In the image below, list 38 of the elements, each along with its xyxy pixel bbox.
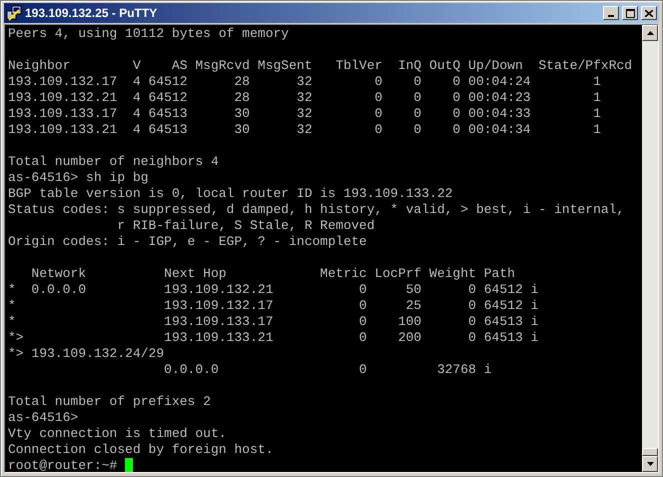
window-title: 193.109.132.25 - PuTTY [25, 6, 158, 20]
terminal-line: 0.0.0.0 0 32768 i [163, 362, 492, 378]
terminal-line: r RIB-failure, S Stale, R Removed [116, 218, 375, 234]
maximize-button[interactable] [622, 6, 638, 20]
terminal-line: 193.109.133.21 4 64513 30 32 0 0 0 00:04:34 1 [8, 122, 601, 138]
terminal-line: * 193.109.133.17 0 100 0 64513 i [8, 314, 538, 330]
scroll-up-button[interactable] [642, 25, 658, 41]
putty-icon [6, 5, 22, 21]
terminal-line: Vty connection is timed out. [8, 426, 226, 442]
terminal-line: 193.109.132.21 4 64512 28 32 0 0 0 00:04:23 1 [8, 90, 601, 106]
terminal-line: Status codes: s suppressed, d damped, h history, * valid, > best, i - internal, [8, 202, 624, 218]
scrollbar-thumb[interactable] [642, 448, 658, 456]
text-cursor [125, 458, 134, 472]
terminal-line: *> 193.109.132.24/29 [8, 346, 164, 362]
down-arrow-icon [646, 462, 654, 466]
terminal-line: Neighbor V AS MsgRcvd MsgSent TblVer InQ OutQ Up/Down State/PfxRcd [8, 58, 632, 74]
terminal-line: Peers 4, using 10112 bytes of memory [8, 26, 289, 42]
minimize-button[interactable] [603, 6, 619, 20]
terminal-line: root@router:~# [8, 458, 118, 472]
terminal-line: * 193.109.132.17 0 25 0 64512 i [8, 298, 538, 314]
close-button[interactable] [641, 6, 657, 20]
close-icon [645, 10, 653, 16]
terminal-line: Total number of prefixes 2 [8, 394, 211, 410]
up-arrow-icon [646, 31, 654, 35]
maximize-icon [626, 8, 634, 18]
scroll-down-button[interactable] [642, 456, 658, 472]
terminal-line: as-64516> sh ip bg [8, 170, 148, 186]
scrollbar[interactable] [642, 25, 658, 472]
terminal-line: Origin codes: i - IGP, e - EGP, ? - incomplete [8, 234, 367, 250]
terminal-line: Total number of neighbors 4 [8, 154, 219, 170]
terminal-line: Connection closed by foreign host. [8, 442, 274, 458]
terminal-line: Network Next Hop Metric LocPrf Weight Path [30, 266, 516, 282]
terminal-line: BGP table version is 0, local router ID is 193.109.133.22 [8, 186, 453, 202]
terminal-line: *> 193.109.133.21 0 200 0 64513 i [8, 330, 538, 346]
terminal-line: 193.109.133.17 4 64513 30 32 0 0 0 00:04:33 1 [8, 106, 601, 122]
terminal-line: 193.109.132.17 4 64512 28 32 0 0 0 00:04:24 1 [8, 74, 601, 90]
terminal-line: * 0.0.0.0 193.109.132.21 0 50 0 64512 i [8, 282, 538, 298]
terminal-line: as-64516> [8, 410, 78, 426]
